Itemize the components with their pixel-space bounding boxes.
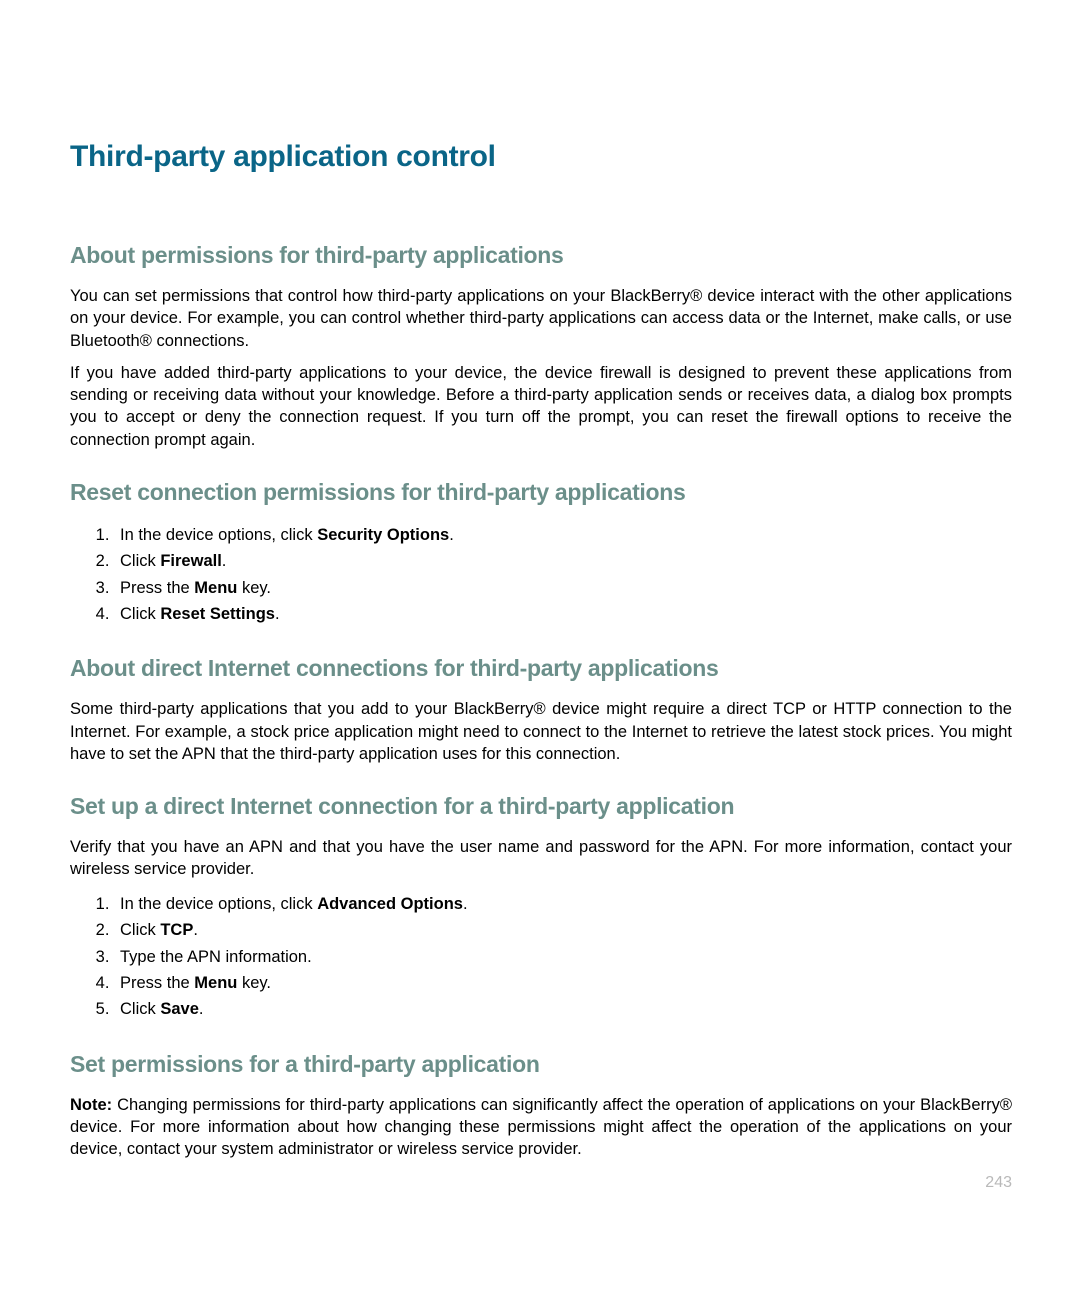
- step-bold: Save: [160, 1000, 199, 1018]
- list-item: Click Reset Settings.: [114, 601, 1012, 627]
- step-bold: Menu: [194, 579, 237, 597]
- list-item: Press the Menu key.: [114, 575, 1012, 601]
- list-item: Click Firewall.: [114, 548, 1012, 574]
- paragraph-about-permissions-1: You can set permissions that control how…: [70, 285, 1012, 352]
- page-title: Third-party application control: [70, 140, 1012, 174]
- step-text: In the device options, click: [120, 526, 317, 544]
- paragraph-about-permissions-2: If you have added third-party applicatio…: [70, 362, 1012, 451]
- step-bold: Advanced Options: [317, 895, 463, 913]
- section-heading-setup-direct: Set up a direct Internet connection for …: [70, 793, 1012, 820]
- paragraph-set-permissions-note: Note: Changing permissions for third-par…: [70, 1094, 1012, 1161]
- list-item: Click TCP.: [114, 917, 1012, 943]
- step-text: Click: [120, 552, 160, 570]
- step-bold: Firewall: [160, 552, 221, 570]
- note-label: Note:: [70, 1096, 112, 1114]
- list-item: Click Save.: [114, 996, 1012, 1022]
- list-item: Type the APN information.: [114, 944, 1012, 970]
- step-bold: Security Options: [317, 526, 449, 544]
- step-text: Click: [120, 921, 160, 939]
- section-heading-about-permissions: About permissions for third-party applic…: [70, 242, 1012, 269]
- list-item: In the device options, click Advanced Op…: [114, 891, 1012, 917]
- step-bold: Reset Settings: [160, 605, 275, 623]
- step-text: key.: [237, 974, 271, 992]
- list-item: In the device options, click Security Op…: [114, 522, 1012, 548]
- step-bold: TCP: [160, 921, 193, 939]
- note-text: Changing permissions for third-party app…: [70, 1096, 1012, 1159]
- section-heading-about-direct: About direct Internet connections for th…: [70, 655, 1012, 682]
- step-text: Click: [120, 1000, 160, 1018]
- list-item: Press the Menu key.: [114, 970, 1012, 996]
- section-heading-set-permissions: Set permissions for a third-party applic…: [70, 1051, 1012, 1078]
- paragraph-about-direct: Some third-party applications that you a…: [70, 698, 1012, 765]
- step-text: key.: [237, 579, 271, 597]
- section-heading-reset-connection: Reset connection permissions for third-p…: [70, 479, 1012, 506]
- step-text: In the device options, click: [120, 895, 317, 913]
- step-text: Press the: [120, 974, 194, 992]
- paragraph-setup-direct-intro: Verify that you have an APN and that you…: [70, 836, 1012, 881]
- step-bold: Menu: [194, 974, 237, 992]
- page-number: 243: [985, 1174, 1012, 1192]
- steps-setup-direct: In the device options, click Advanced Op…: [70, 891, 1012, 1023]
- step-text: Click: [120, 605, 160, 623]
- step-text: Press the: [120, 579, 194, 597]
- steps-reset-connection: In the device options, click Security Op…: [70, 522, 1012, 628]
